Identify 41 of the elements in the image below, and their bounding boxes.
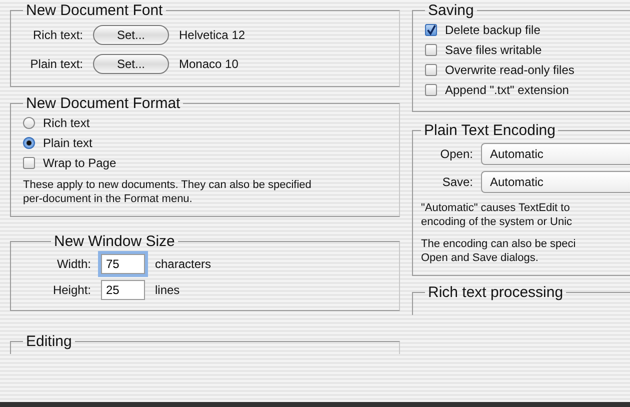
font-label: Rich text: — [32, 28, 83, 42]
size-label: Height: — [52, 283, 91, 297]
checkbox[interactable] — [23, 157, 35, 169]
radio-label: Plain text — [43, 136, 92, 150]
size-input[interactable]: 25 — [101, 280, 145, 300]
font-name: Helvetica 12 — [179, 28, 246, 42]
size-label: Width: — [56, 257, 91, 271]
checkbox[interactable] — [425, 44, 437, 56]
font-label: Plain text: — [29, 57, 83, 71]
font-name: Monaco 10 — [179, 57, 238, 71]
checkmark-icon — [426, 24, 436, 36]
checkbox-label: Delete backup file — [445, 23, 540, 37]
radio-label: Rich text — [43, 116, 90, 130]
unit-label: characters — [155, 257, 212, 271]
set-button[interactable]: Set... — [93, 25, 169, 45]
checkbox[interactable] — [425, 24, 437, 36]
group-title: Saving — [427, 2, 475, 19]
checkbox-label: Overwrite read-only files — [445, 63, 574, 77]
encoding-popup[interactable]: Automatic — [481, 143, 630, 165]
radio-button[interactable] — [23, 137, 35, 149]
unit-label: lines — [155, 283, 180, 297]
group-title: Rich text processing — [427, 284, 564, 301]
encoding-note: "Automatic" causes TextEdit to encoding of the system or Unic — [421, 201, 574, 229]
group-title: New Window Size — [53, 233, 176, 250]
checkbox-label: Wrap to Page — [43, 156, 116, 170]
encoding-label: Save: — [441, 175, 473, 189]
group-title: New Document Format — [25, 95, 182, 112]
set-button[interactable]: Set... — [93, 54, 169, 74]
radio-button[interactable] — [23, 117, 35, 129]
checkbox-label: Save files writable — [445, 43, 542, 57]
encoding-label: Open: — [439, 147, 473, 161]
group-title: Plain Text Encoding — [423, 122, 556, 139]
format-note: These apply to new documents. They can also be specified per-document in the Format menu. — [23, 178, 312, 206]
checkbox[interactable] — [425, 64, 437, 76]
encoding-popup[interactable]: Automatic — [481, 171, 630, 193]
encoding-note: The encoding can also be speci Open and Save dialogs. — [421, 237, 577, 265]
checkbox-label: Append ".txt" extension — [445, 83, 569, 97]
checkbox[interactable] — [425, 84, 437, 96]
group-title: Editing — [25, 333, 73, 350]
group-title: New Document Font — [25, 2, 164, 19]
size-input[interactable]: 75 — [101, 254, 145, 274]
